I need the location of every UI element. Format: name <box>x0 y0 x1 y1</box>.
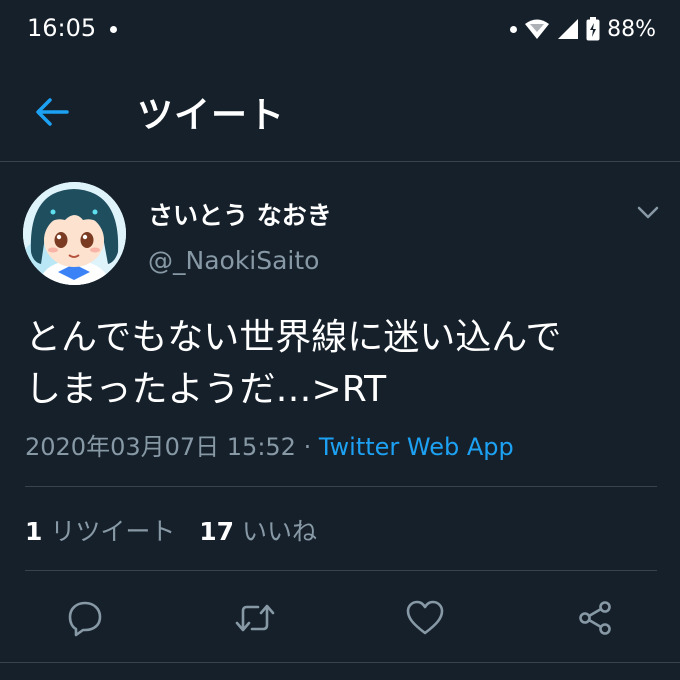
battery-percent: 88% <box>607 16 656 42</box>
notification-dot-icon <box>110 26 117 33</box>
notification-dot-icon <box>510 25 518 33</box>
retweets-label: リツイート <box>50 517 176 546</box>
tweet-text-line: しまったようだ…>RT <box>25 369 387 410</box>
tweet-stats: 1 リツイート 17 いいね <box>25 512 317 548</box>
avatar[interactable] <box>23 182 126 285</box>
divider <box>0 662 680 663</box>
heart-icon <box>406 600 444 635</box>
divider <box>25 486 657 487</box>
retweet-icon <box>235 604 275 632</box>
avatar-illustration <box>23 182 126 285</box>
tweet-actions <box>0 592 680 644</box>
retweet-button[interactable] <box>233 596 277 640</box>
tweet-source-link[interactable]: Twitter Web App <box>319 433 514 461</box>
tweet-meta: 2020年03月07日 15:52 · Twitter Web App <box>25 427 514 462</box>
tweet-timestamp[interactable]: 2020年03月07日 15:52 <box>25 433 296 461</box>
arrow-left-icon <box>36 98 69 126</box>
reply-button[interactable] <box>63 596 107 640</box>
battery-icon <box>586 17 600 41</box>
divider <box>25 570 657 571</box>
likes-stat[interactable]: 17 いいね <box>199 517 317 546</box>
wifi-icon <box>525 19 550 39</box>
cell-signal-icon <box>558 19 579 39</box>
chevron-down-icon <box>637 206 659 219</box>
retweets-count: 1 <box>25 517 43 546</box>
status-bar: 16:05 88% <box>0 0 680 62</box>
top-app-bar: ツイート <box>0 62 680 162</box>
username[interactable]: @_NaokiSaito <box>148 246 319 275</box>
likes-count: 17 <box>199 517 235 546</box>
retweets-stat[interactable]: 1 リツイート <box>25 517 175 546</box>
reply-icon <box>68 601 102 637</box>
share-button[interactable] <box>573 596 617 640</box>
likes-label: いいね <box>241 517 317 546</box>
status-time: 16:05 <box>27 14 97 42</box>
status-indicators: 88% <box>510 14 656 44</box>
page-title: ツイート <box>137 95 286 136</box>
tweet-author: さいとう なおき @_NaokiSaito <box>0 162 680 292</box>
more-options-button[interactable] <box>628 198 668 228</box>
meta-separator: · <box>295 433 319 461</box>
back-button[interactable] <box>30 90 74 134</box>
display-name[interactable]: さいとう なおき <box>148 196 332 232</box>
share-icon <box>579 601 611 635</box>
tweet-text-line: とんでもない世界線に迷い込んで <box>25 317 562 358</box>
tweet-text: とんでもない世界線に迷い込んで しまったようだ…>RT <box>25 312 665 416</box>
like-button[interactable] <box>403 596 447 640</box>
